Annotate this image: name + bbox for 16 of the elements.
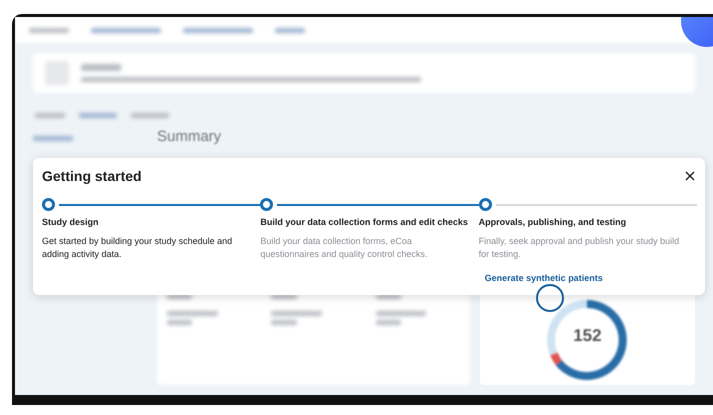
- dialog-title: Getting started: [42, 168, 142, 184]
- step-marker: [260, 198, 274, 211]
- generate-link[interactable]: Generate synthetic patients: [484, 273, 603, 283]
- section-title: Summary: [157, 128, 222, 145]
- step-marker: [42, 198, 55, 211]
- donut-value: 152: [573, 326, 602, 346]
- step-title: Build your data collection forms and edit checks: [260, 217, 469, 227]
- close-button[interactable]: [683, 169, 697, 183]
- click-highlight-ring: [536, 284, 564, 312]
- step-marker: [478, 198, 492, 211]
- close-icon: [685, 171, 695, 181]
- step-description: Get started by building your study schedule and adding activity data.: [42, 235, 234, 261]
- step-description: Build your data collection forms, eCoa questionnaires and quality control checks.: [260, 235, 428, 261]
- step-description: Finally, seek approval and publish your study build for testing.: [478, 235, 680, 261]
- step-title: Study design: [42, 217, 100, 227]
- step-title: Approvals, publishing, and testing: [478, 217, 628, 227]
